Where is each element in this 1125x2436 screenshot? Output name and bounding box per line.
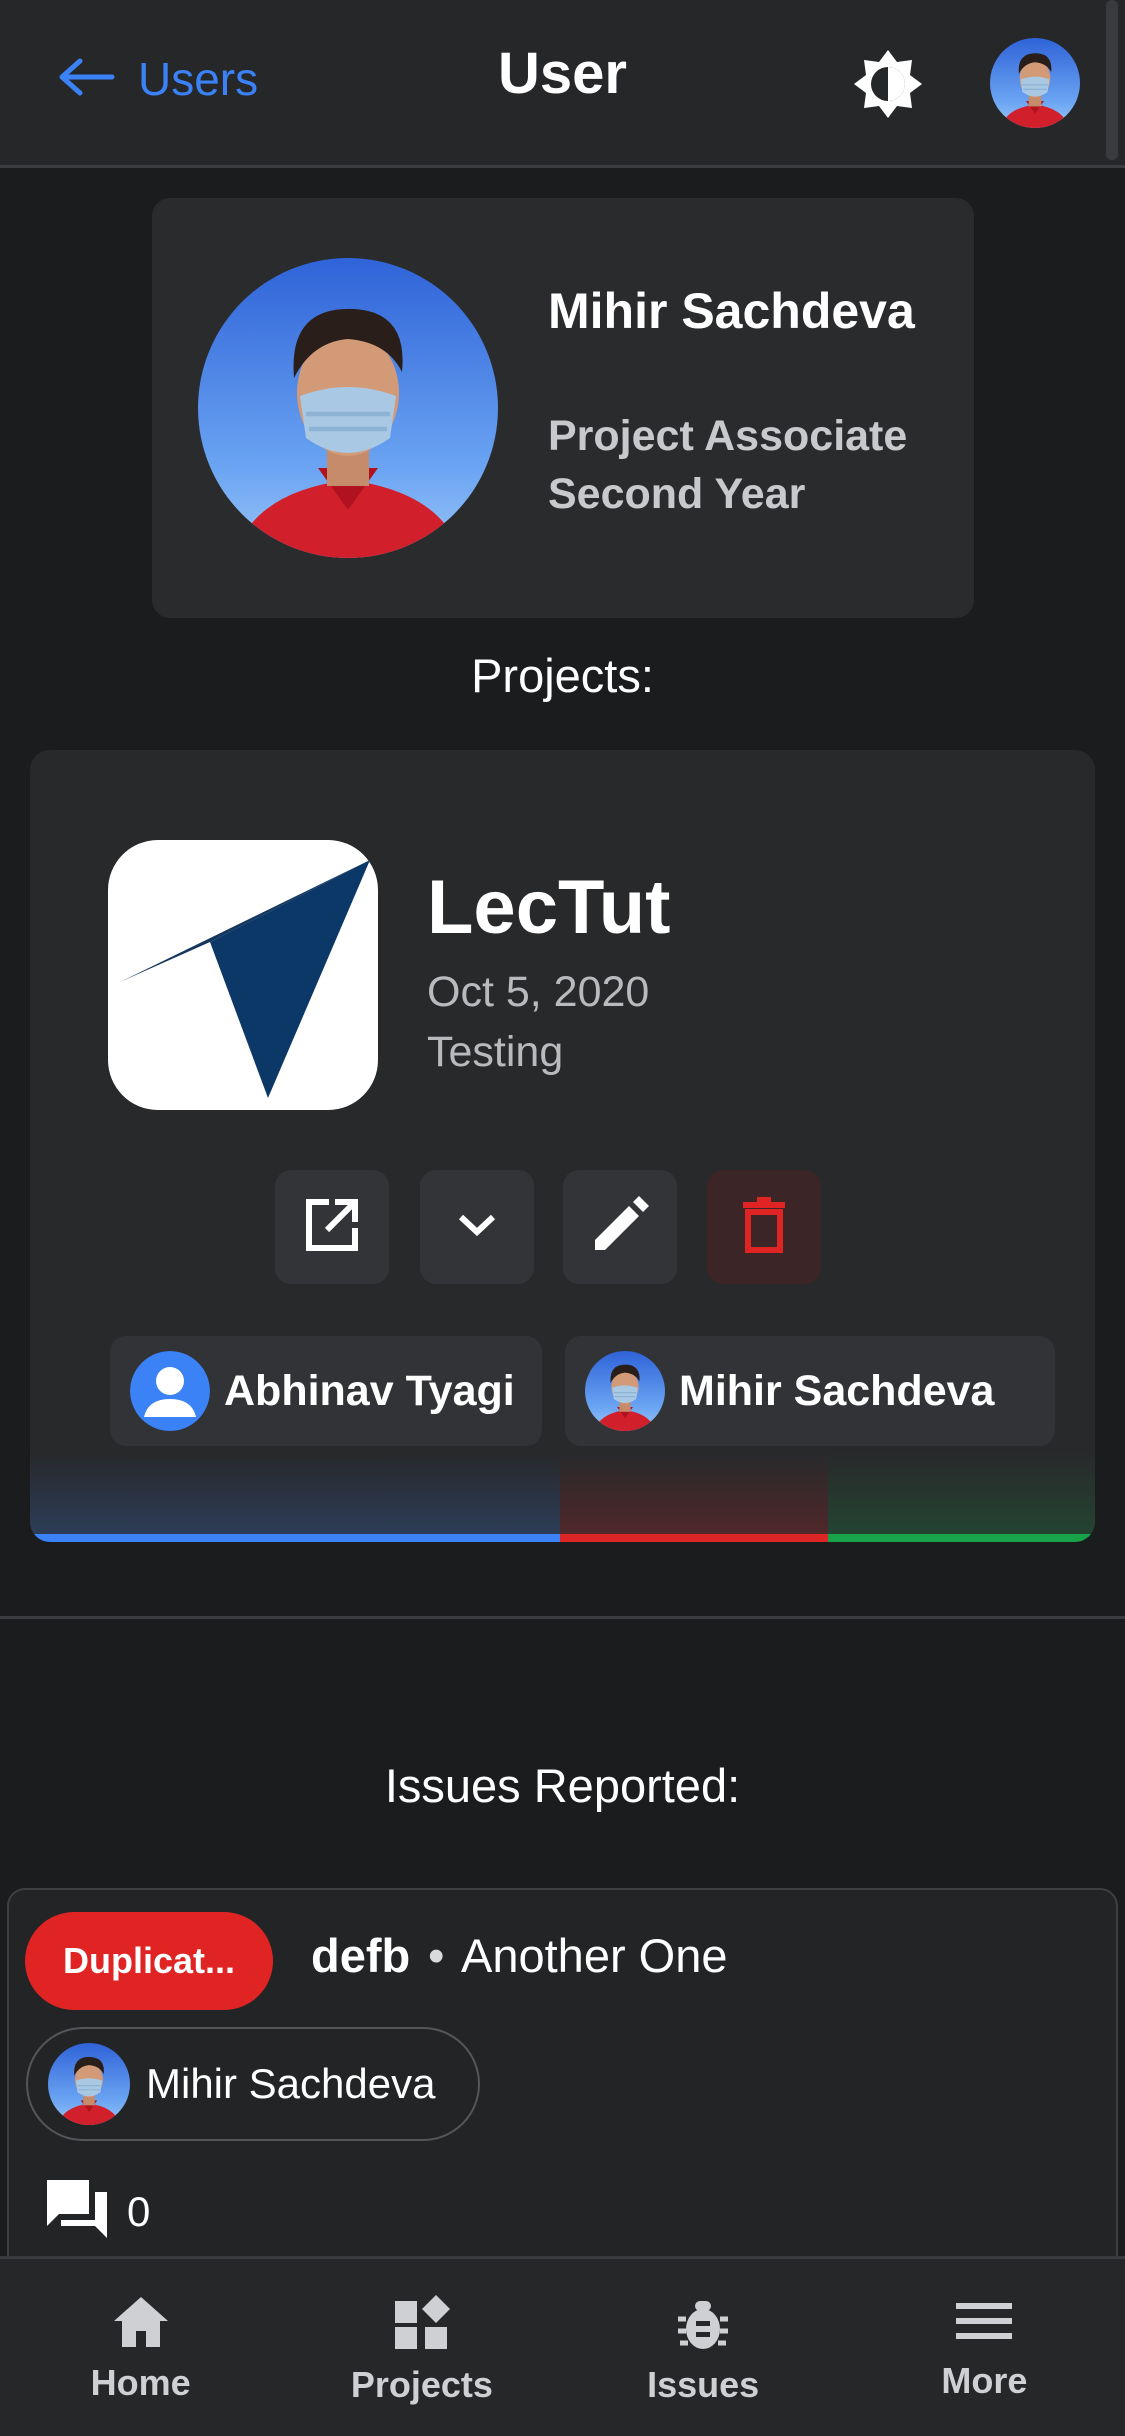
bottom-navigation: Home Projects Issues More <box>0 2256 1125 2436</box>
nav-issues-label: Issues <box>647 2364 760 2405</box>
project-date: Oct 5, 2020 <box>427 968 650 1016</box>
nav-projects-label: Projects <box>350 2364 493 2405</box>
nav-projects[interactable]: Projects <box>281 2259 562 2436</box>
projects-icon <box>393 2295 451 2356</box>
scrollbar-thumb[interactable] <box>1106 0 1118 160</box>
project-status-bar <box>30 1534 1095 1542</box>
nav-home[interactable]: Home <box>0 2259 281 2436</box>
bug-icon <box>676 2295 730 2356</box>
status-glow <box>30 1444 1095 1534</box>
open-project-button[interactable] <box>275 1170 389 1284</box>
issue-title: defb <box>311 1929 411 1982</box>
chevron-down-icon <box>457 1212 497 1243</box>
delete-icon <box>741 1196 787 1258</box>
section-divider <box>0 1616 1125 1619</box>
project-title: LecTut <box>427 865 671 950</box>
comment-count: 0 <box>127 2187 151 2235</box>
project-member-chip[interactable]: Mihir Sachdeva <box>565 1336 1055 1446</box>
expand-project-button[interactable] <box>420 1170 534 1284</box>
account-avatar-button[interactable] <box>990 38 1080 128</box>
projects-heading: Projects: <box>471 649 654 702</box>
profile-name: Mihir Sachdeva <box>548 283 915 339</box>
theme-toggle-button[interactable] <box>850 48 926 124</box>
home-icon <box>112 2295 170 2354</box>
status-bar-blue <box>30 1534 560 1542</box>
delete-project-button[interactable] <box>707 1170 821 1284</box>
profile-card: Mihir Sachdeva Project Associate Second … <box>152 198 974 618</box>
status-bar-red <box>560 1534 828 1542</box>
project-member-chip[interactable]: Abhinav Tyagi <box>110 1336 542 1446</box>
reporter-avatar <box>48 2043 130 2125</box>
issue-status-badge: Duplicat... <box>25 1912 273 2010</box>
reporter-name: Mihir Sachdeva <box>146 2060 436 2107</box>
issue-project-name: Another One <box>461 1929 728 1982</box>
profile-avatar <box>198 258 498 558</box>
back-label: Users <box>138 53 259 105</box>
profile-role: Project Associate <box>548 412 908 460</box>
edit-icon <box>591 1195 649 1259</box>
arrow-left-icon <box>58 57 116 102</box>
project-status: Testing <box>427 1028 564 1076</box>
member-name: Mihir Sachdeva <box>679 1366 995 1415</box>
back-to-users-link[interactable]: Users <box>58 44 258 114</box>
default-user-icon <box>130 1351 210 1431</box>
issues-heading: Issues Reported: <box>384 1759 741 1812</box>
member-avatar <box>585 1351 665 1431</box>
issue-comments: 0 <box>45 2178 150 2245</box>
nav-more[interactable]: More <box>844 2259 1125 2436</box>
user-page: Users User Mihir Sachdeva Project Associ… <box>0 0 1125 2436</box>
project-card[interactable]: LecTut Oct 5, 2020 Testing Abhinav Tyagi… <box>30 750 1095 1542</box>
issue-reporter-chip[interactable]: Mihir Sachdeva <box>26 2027 480 2141</box>
open-external-icon <box>303 1196 361 1259</box>
brightness-icon <box>852 48 924 125</box>
member-name: Abhinav Tyagi <box>224 1366 515 1415</box>
issue-separator: • <box>428 1929 445 1982</box>
profile-year: Second Year <box>548 470 806 518</box>
comments-icon <box>45 2178 109 2245</box>
nav-home-label: Home <box>90 2362 191 2403</box>
top-app-bar: Users User <box>0 0 1125 168</box>
status-bar-green <box>828 1534 1095 1542</box>
nav-more-label: More <box>941 2360 1028 2401</box>
nav-issues[interactable]: Issues <box>563 2259 844 2436</box>
menu-icon <box>956 2295 1013 2352</box>
edit-project-button[interactable] <box>563 1170 677 1284</box>
project-logo <box>108 840 378 1110</box>
issue-card[interactable]: Duplicat... defb • Another One Mihir Sac… <box>7 1888 1118 2308</box>
